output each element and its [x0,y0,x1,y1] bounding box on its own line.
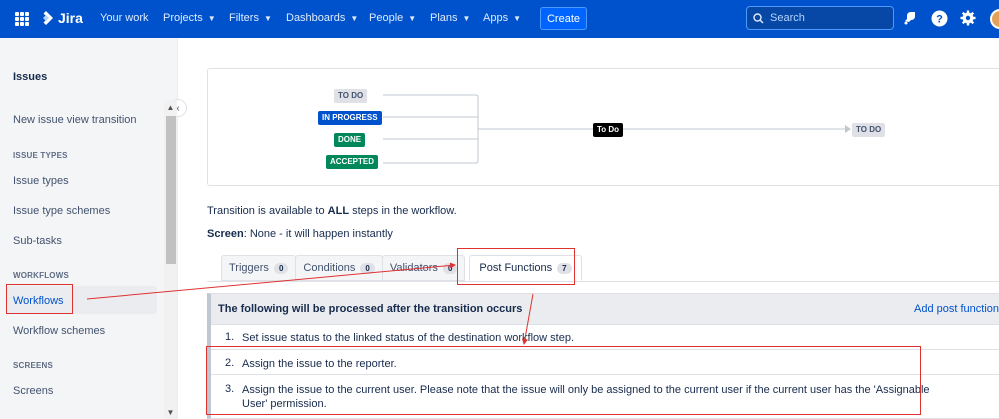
chevron-down-icon: ▼ [513,13,521,23]
availability-prefix: Transition is available to [207,205,328,217]
tab-validators[interactable]: Validators 0 [381,255,466,281]
sidebar-item-screens[interactable]: Screens [13,385,53,397]
nav-label: Your work [100,12,149,24]
availability-bold: ALL [327,205,350,217]
sidebar-heading-screens: SCREENS [13,361,54,370]
post-functions-header: The following will be processed after th… [211,294,999,324]
nav-people[interactable]: People ▼ [369,12,416,24]
nav-plans[interactable]: Plans ▼ [430,12,470,24]
transition-label: To Do [593,123,624,137]
tabs-divider [207,281,999,282]
scroll-up-arrow-icon[interactable]: ▲ [164,100,177,114]
count-badge: 0 [360,262,375,274]
top-navigation: Jira Your work Projects ▼ Filters ▼ Dashbo… [0,0,999,38]
chevron-down-icon: ▼ [408,13,417,23]
annotation-box-workflows [6,284,73,314]
availability-suffix: steps in the workflow. [349,205,457,217]
svg-text:?: ? [936,13,943,25]
sidebar-item-sub-tasks[interactable]: Sub-tasks [13,235,62,247]
count-badge: 0 [442,262,458,274]
status-lozenge-accepted: ACCEPTED [326,155,379,169]
sidebar-item-issue-type-schemes[interactable]: Issue type schemes [13,205,110,217]
count-badge: 0 [273,262,289,274]
workflow-diagram: TO DO IN PROGRESS DONE ACCEPTED To Do TO… [207,68,999,186]
row-text: Set issue status to the linked status of… [242,332,575,344]
sidebar-item-workflow-schemes[interactable]: Workflow schemes [13,325,105,337]
tab-triggers[interactable]: Triggers 0 [221,255,297,281]
tab-label: Conditions [303,262,356,274]
sidebar-heading-issue-types: ISSUE TYPES [13,151,68,160]
logo-text: Jira [58,10,83,26]
sidebar-item-issue-types[interactable]: Issue types [13,175,69,187]
status-lozenge-done: DONE [334,133,366,147]
nav-label: Projects [163,12,203,24]
search-placeholder: Search [770,12,805,24]
status-lozenge-todo: TO DO [334,89,368,103]
nav-your-work[interactable]: Your work [100,12,149,24]
chevron-down-icon: ▼ [263,13,272,23]
availability-text: Transition is available to ALL steps in … [207,205,457,217]
status-lozenge-in-progress: IN PROGRESS [318,111,382,125]
nav-apps[interactable]: Apps ▼ [483,12,521,24]
nav-projects[interactable]: Projects ▼ [163,12,216,24]
app-switcher-icon[interactable] [15,12,29,26]
row-number: 1. [225,331,235,343]
chevron-down-icon: ▼ [207,13,216,23]
add-post-function-link[interactable]: Add post function [914,303,999,315]
jira-logo[interactable]: Jira [38,10,83,26]
sidebar-heading-workflows: WORKFLOWS [13,271,70,280]
tab-conditions[interactable]: Conditions 0 [295,255,383,281]
help-icon[interactable]: ? [930,9,948,27]
annotation-box-post-functions-tab [457,248,575,285]
scroll-down-arrow-icon[interactable]: ▼ [164,405,177,419]
notifications-icon[interactable] [901,9,919,27]
nav-label: Apps [483,12,509,24]
sidebar: Issues ‹ ▲ ▼ New issue view transition I… [0,38,187,419]
screen-text: Screen: None - it will happen instantly [207,228,393,240]
search-input[interactable]: Search [746,6,894,30]
chevron-down-icon: ▼ [462,13,471,23]
settings-icon[interactable] [959,9,977,27]
screen-value: : None - it will happen instantly [243,228,393,240]
sidebar-title: Issues [13,71,48,83]
status-lozenge-target-todo: TO DO [852,123,886,137]
sidebar-item-new-issue-view-transition[interactable]: New issue view transition [13,114,137,126]
chevron-down-icon: ▼ [350,13,359,23]
create-button[interactable]: Create [540,7,587,30]
scrollbar-thumb[interactable] [166,116,176,264]
avatar[interactable] [990,9,999,29]
nav-filters[interactable]: Filters ▼ [229,12,272,24]
tab-label: Validators [389,262,438,274]
tab-label: Triggers [229,262,269,274]
nav-label: Filters [229,12,259,24]
nav-label: People [369,12,404,24]
nav-label: Plans [430,12,458,24]
search-icon [753,12,764,23]
jira-logo-icon [43,11,53,25]
nav-label: Dashboards [286,12,346,24]
screen-label: Screen [207,228,244,240]
annotation-box-rows [206,346,921,415]
nav-dashboards[interactable]: Dashboards ▼ [286,12,358,24]
